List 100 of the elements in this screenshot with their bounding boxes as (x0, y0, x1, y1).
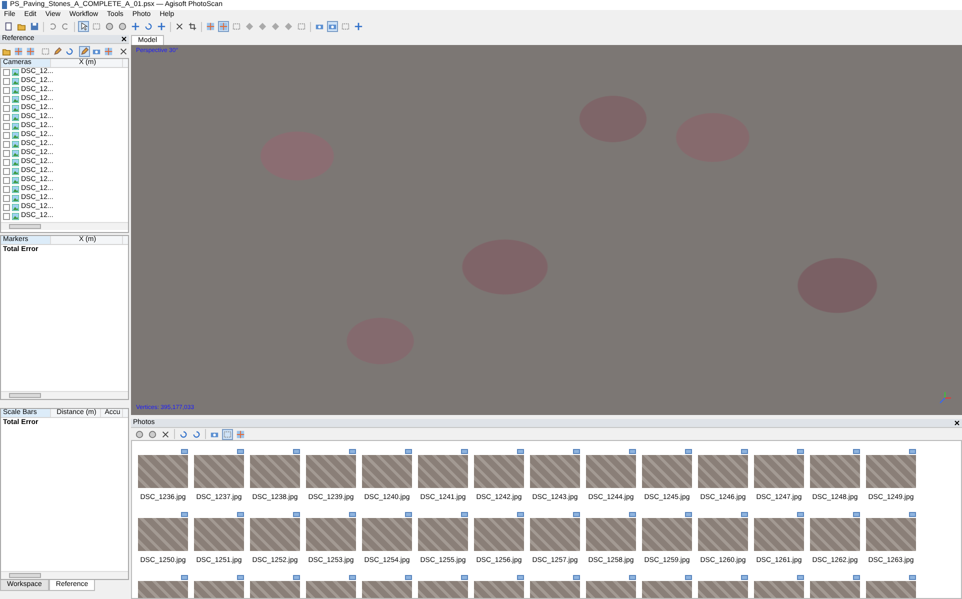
rotate-button[interactable] (191, 428, 202, 440)
photo-placeholder[interactable] (642, 518, 692, 551)
floppy-disk-button[interactable] (29, 21, 40, 32)
circle-button[interactable] (104, 21, 115, 32)
rotate-button[interactable] (64, 46, 75, 56)
rectangle-button[interactable] (40, 46, 51, 56)
checkbox[interactable] (3, 87, 10, 94)
photo-placeholder[interactable] (306, 518, 356, 551)
checkbox[interactable] (3, 150, 10, 157)
photo-placeholder[interactable] (754, 518, 804, 551)
rectangle-button[interactable] (296, 21, 307, 32)
checkbox[interactable] (3, 78, 10, 85)
cross-arrows-button[interactable] (156, 21, 167, 32)
rotate-button[interactable] (178, 428, 189, 440)
model-icon (237, 449, 244, 454)
close-button[interactable] (174, 21, 185, 32)
photo-placeholder[interactable] (362, 455, 412, 488)
photo-placeholder[interactable] (474, 518, 524, 551)
checkbox[interactable] (3, 186, 10, 193)
model-icon (741, 512, 748, 517)
circle-button[interactable] (134, 428, 145, 440)
image-icon (12, 195, 19, 202)
pencil-button[interactable] (52, 46, 63, 56)
model-icon (909, 512, 916, 517)
checkbox[interactable] (3, 213, 10, 220)
photo-placeholder[interactable] (530, 455, 580, 488)
photo-placeholder[interactable] (306, 455, 356, 488)
rectangle-button[interactable] (231, 21, 242, 32)
photo-placeholder[interactable] (250, 518, 300, 551)
diamond-button[interactable] (257, 21, 268, 32)
model-icon (629, 575, 636, 580)
pencil-button[interactable] (79, 46, 90, 56)
diamond-button[interactable] (283, 21, 294, 32)
photo-placeholder[interactable] (194, 455, 244, 488)
scrollbar-thumb[interactable] (9, 224, 41, 229)
checkbox[interactable] (3, 114, 10, 121)
rotate-button[interactable] (143, 21, 154, 32)
photo-placeholder[interactable] (362, 518, 412, 551)
model-icon (461, 512, 468, 517)
pointer-button[interactable] (78, 21, 89, 32)
photo-placeholder[interactable] (418, 518, 468, 551)
cross-arrows-button[interactable] (353, 21, 364, 32)
photo-placeholder[interactable] (754, 455, 804, 488)
checkbox[interactable] (3, 105, 10, 112)
rectangle-button[interactable] (340, 21, 351, 32)
checkbox[interactable] (3, 123, 10, 130)
photo-placeholder[interactable] (474, 455, 524, 488)
model-icon (909, 449, 916, 454)
grid-button[interactable] (103, 46, 114, 56)
image-icon (12, 96, 19, 103)
checkbox[interactable] (3, 141, 10, 148)
image-icon (12, 141, 19, 148)
grid-button[interactable] (235, 428, 246, 440)
checkbox[interactable] (3, 132, 10, 139)
circle-button[interactable] (117, 21, 128, 32)
photo-placeholder[interactable] (250, 455, 300, 488)
model-icon (685, 449, 692, 454)
checkbox[interactable] (3, 177, 10, 184)
circle-button[interactable] (147, 428, 158, 440)
photo-placeholder[interactable] (530, 518, 580, 551)
camera-button[interactable] (327, 21, 338, 32)
photo-placeholder[interactable] (138, 455, 188, 488)
rectangle-button[interactable] (91, 21, 102, 32)
close-button[interactable] (118, 46, 129, 56)
panel-close-icon[interactable] (954, 420, 960, 426)
photo-placeholder[interactable] (194, 518, 244, 551)
close-button[interactable] (160, 428, 171, 440)
photo-placeholder[interactable] (866, 518, 916, 551)
grid-button[interactable] (25, 46, 36, 56)
crop-button[interactable] (187, 21, 198, 32)
rectangle-button[interactable] (222, 428, 233, 440)
photo-placeholder[interactable] (642, 455, 692, 488)
checkbox[interactable] (3, 195, 10, 202)
checkbox[interactable] (3, 159, 10, 166)
model-icon (293, 449, 300, 454)
photo-placeholder[interactable] (698, 455, 748, 488)
grid-button[interactable] (205, 21, 216, 32)
model-icon (181, 449, 188, 454)
photo-placeholder[interactable] (586, 518, 636, 551)
model-icon (181, 575, 188, 580)
photo-placeholder[interactable] (866, 455, 916, 488)
grid-button[interactable] (218, 21, 229, 32)
checkbox[interactable] (3, 168, 10, 175)
photo-placeholder[interactable] (698, 518, 748, 551)
grid-button[interactable] (13, 46, 24, 56)
panel-close-icon[interactable] (121, 36, 127, 42)
checkbox[interactable] (3, 204, 10, 211)
scrollbar-thumb[interactable] (9, 573, 41, 578)
photo-placeholder[interactable] (138, 518, 188, 551)
photo-placeholder[interactable] (586, 455, 636, 488)
checkbox[interactable] (3, 96, 10, 103)
scrollbar-thumb[interactable] (9, 393, 41, 398)
photo-placeholder[interactable] (810, 518, 860, 551)
photo-placeholder[interactable] (810, 455, 860, 488)
page-button[interactable] (3, 21, 14, 32)
checkbox[interactable] (3, 69, 10, 76)
photo-placeholder[interactable] (418, 455, 468, 488)
diamond-button[interactable] (244, 21, 255, 32)
cross-arrows-button[interactable] (130, 21, 141, 32)
diamond-button[interactable] (270, 21, 281, 32)
